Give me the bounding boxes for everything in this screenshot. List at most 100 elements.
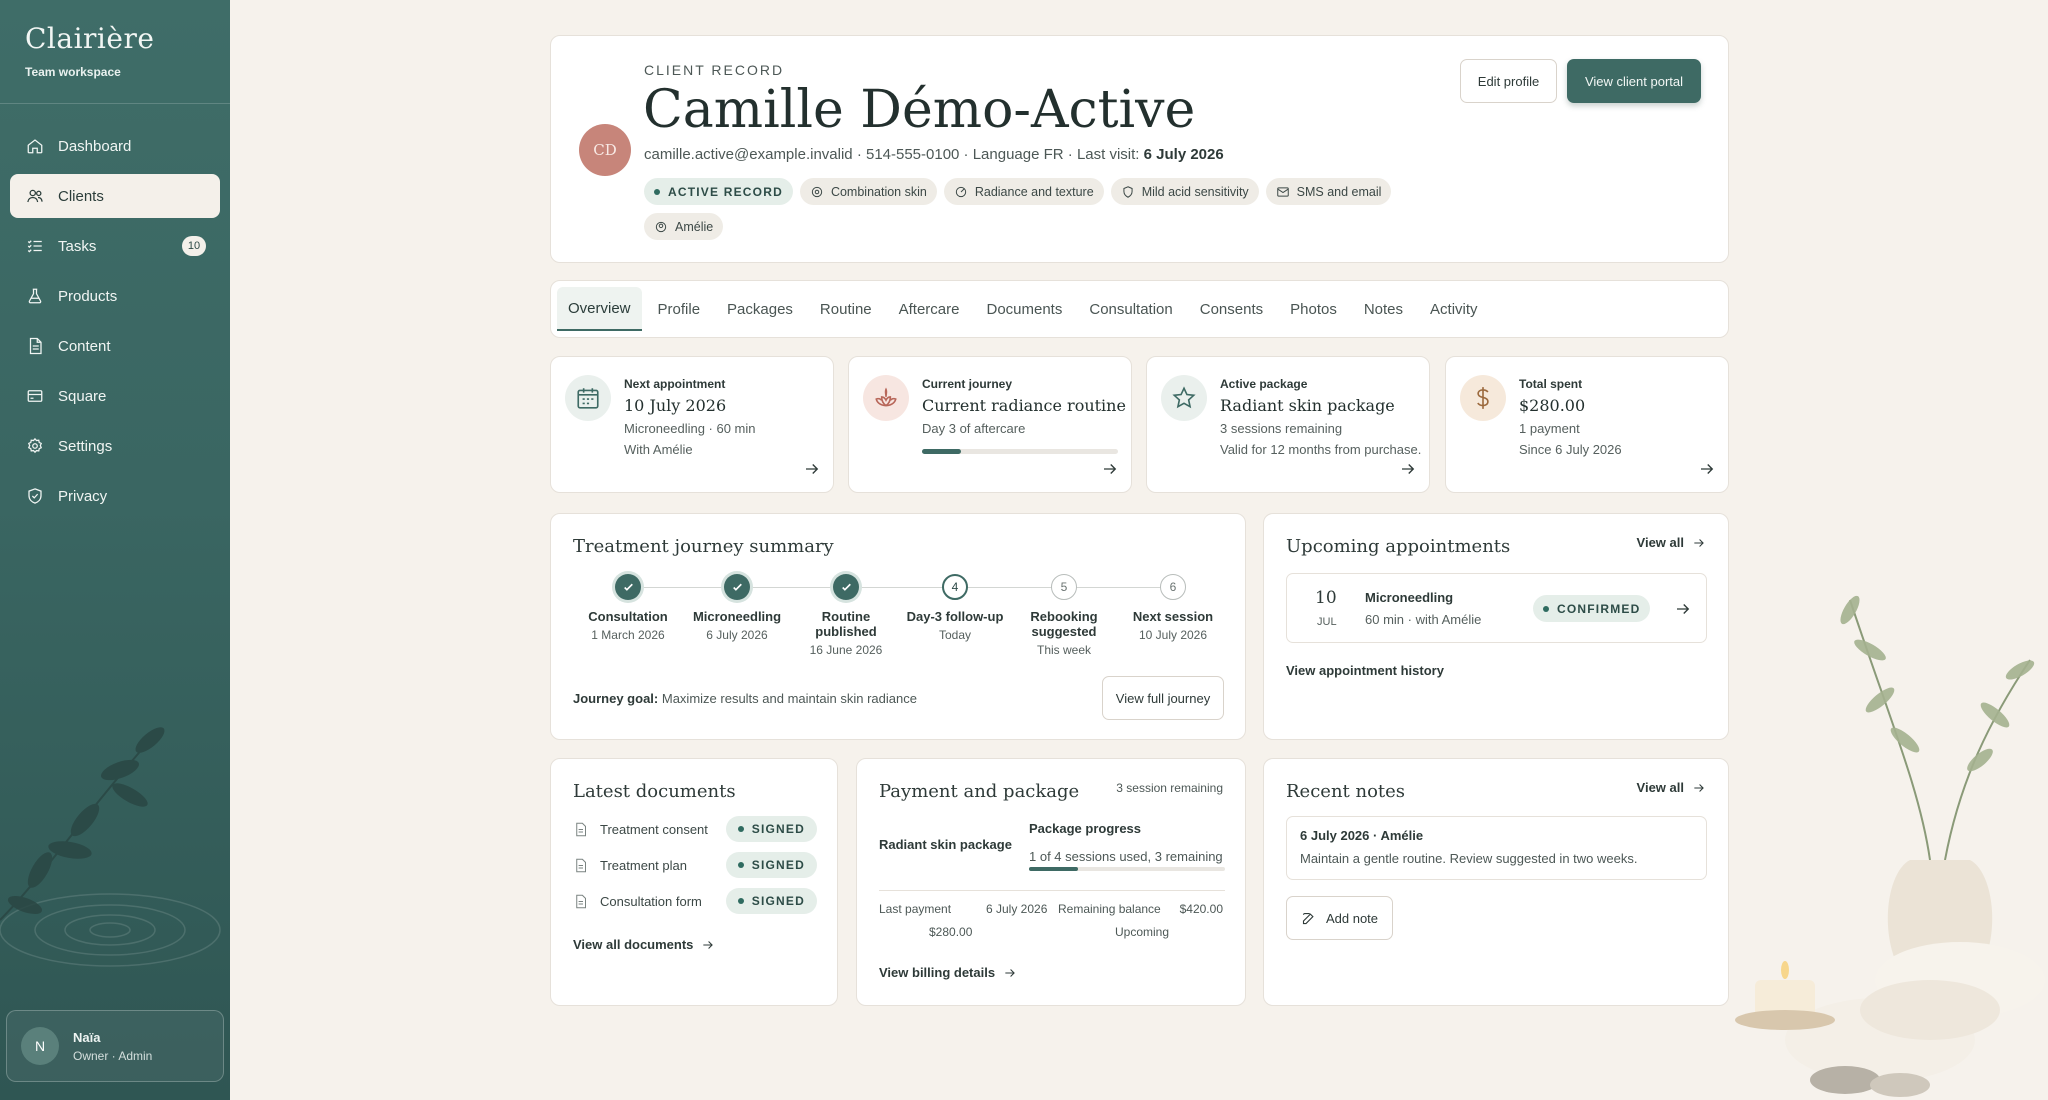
stat-detail: 3 sessions remaining xyxy=(1220,421,1343,436)
confirmed-badge: CONFIRMED xyxy=(1533,595,1651,622)
view-client-portal-button[interactable]: View client portal xyxy=(1567,59,1701,103)
view-billing-details-link[interactable]: View billing details xyxy=(879,965,1017,980)
card-title: Payment and package xyxy=(879,781,1080,802)
tab-profile[interactable]: Profile xyxy=(647,287,712,331)
tab-consultation[interactable]: Consultation xyxy=(1078,287,1183,331)
tab-aftercare[interactable]: Aftercare xyxy=(888,287,971,331)
tab-activity[interactable]: Activity xyxy=(1419,287,1489,331)
package-progress-bar xyxy=(1029,867,1225,871)
step-date: 6 July 2026 xyxy=(706,628,768,642)
step-date: 16 June 2026 xyxy=(809,643,883,657)
stat-label: Next appointment xyxy=(624,377,726,391)
tag-label: Radiance and texture xyxy=(974,184,1094,199)
total-spent-card[interactable]: Total spent $280.00 1 payment Since 6 Ju… xyxy=(1445,356,1729,493)
step-title: Rebooking suggested xyxy=(1030,609,1098,639)
view-full-journey-button[interactable]: View full journey xyxy=(1102,676,1224,720)
appointment-month: JUL xyxy=(1317,616,1337,628)
tab-overview[interactable]: Overview xyxy=(557,287,642,331)
step-title: Next session xyxy=(1132,609,1214,624)
step-date: 10 July 2026 xyxy=(1138,628,1208,642)
document-row[interactable]: Treatment plan SIGNED xyxy=(573,851,817,879)
dollar-icon xyxy=(1460,375,1506,421)
checklist-icon xyxy=(27,240,42,253)
gear-icon xyxy=(27,437,43,454)
appointment-row[interactable]: 10 JUL Microneedling 60 min · with Améli… xyxy=(1286,573,1707,643)
home-icon xyxy=(27,139,43,154)
journey-step: Microneedling 6 July 2026 xyxy=(682,574,792,642)
sidebar: Clairière Team workspace Dashboard Clien… xyxy=(0,0,230,1100)
tag-goal: Radiance and texture xyxy=(943,178,1104,205)
arrow-right-icon[interactable] xyxy=(1399,460,1417,478)
stat-detail: Day 3 of aftercare xyxy=(922,421,1026,436)
client-name: Camille Démo-Active xyxy=(643,80,1196,140)
users-icon xyxy=(27,189,43,203)
tab-photos[interactable]: Photos xyxy=(1279,287,1348,331)
edit-profile-button[interactable]: Edit profile xyxy=(1460,59,1557,103)
appointment-detail: 60 min · with Amélie xyxy=(1365,612,1482,627)
calendar-icon xyxy=(565,375,611,421)
view-all-documents-link[interactable]: View all documents xyxy=(573,937,715,952)
active-package-card[interactable]: Active package Radiant skin package 3 se… xyxy=(1146,356,1430,493)
workspace-label: Team workspace xyxy=(25,65,121,79)
mail-icon xyxy=(1276,186,1289,197)
journey-step: 4 Day-3 follow-up Today xyxy=(900,574,1010,642)
edit-icon xyxy=(1302,912,1314,924)
card-title: Upcoming appointments xyxy=(1286,536,1511,557)
tab-notes[interactable]: Notes xyxy=(1353,287,1414,331)
status-label: SIGNED xyxy=(751,894,805,908)
sidebar-item-square[interactable]: Square xyxy=(10,374,220,418)
sidebar-item-products[interactable]: Products xyxy=(10,274,220,318)
current-user-card[interactable]: N Naïa Owner · Admin xyxy=(6,1010,224,1082)
step-date: 1 March 2026 xyxy=(591,628,665,642)
last-payment-date: 6 July 2026 xyxy=(986,902,1048,916)
document-name: Consultation form xyxy=(600,893,702,909)
current-journey-card[interactable]: Current journey Current radiance routine… xyxy=(848,356,1132,493)
file-icon xyxy=(576,822,586,836)
tab-documents[interactable]: Documents xyxy=(975,287,1073,331)
signed-badge: SIGNED xyxy=(725,888,817,914)
status-badge: ACTIVE RECORD xyxy=(644,178,793,205)
arrow-right-icon[interactable] xyxy=(803,460,821,478)
tab-consents[interactable]: Consents xyxy=(1189,287,1274,331)
journey-step: 6 Next session 10 July 2026 xyxy=(1118,574,1228,642)
card-icon xyxy=(27,390,43,402)
tag-label: SMS and email xyxy=(1296,184,1382,199)
sidebar-item-dashboard[interactable]: Dashboard xyxy=(10,124,220,168)
tab-routine[interactable]: Routine xyxy=(809,287,883,331)
arrow-right-icon[interactable] xyxy=(1101,460,1119,478)
status-label: ACTIVE RECORD xyxy=(668,184,783,199)
arrow-right-icon[interactable] xyxy=(1698,460,1716,478)
signed-badge: SIGNED xyxy=(725,816,817,842)
balance-status: Upcoming xyxy=(1115,925,1170,939)
document-row[interactable]: Treatment consent SIGNED xyxy=(573,815,817,843)
view-appointment-history-link[interactable]: View appointment history xyxy=(1286,663,1444,678)
user-name: Naïa xyxy=(73,1029,101,1045)
sidebar-item-tasks[interactable]: Tasks 10 xyxy=(10,224,220,268)
status-label: SIGNED xyxy=(751,822,805,836)
shield-icon xyxy=(1123,185,1133,198)
package-name: Radiant skin package xyxy=(879,837,1012,852)
view-all-notes-link[interactable]: View all xyxy=(1637,780,1706,795)
tag-label: Amélie xyxy=(675,219,714,234)
tag-skin-type: Combination skin xyxy=(799,178,937,205)
appointment-service: Microneedling xyxy=(1365,590,1454,605)
next-appointment-card[interactable]: Next appointment 10 July 2026 Microneedl… xyxy=(550,356,834,493)
sidebar-item-clients[interactable]: Clients xyxy=(10,174,220,218)
document-row[interactable]: Consultation form SIGNED xyxy=(573,887,817,915)
decorative-spa-illustration xyxy=(1735,595,2045,1097)
record-tabs: Overview Profile Packages Routine Afterc… xyxy=(550,280,1729,338)
note-item[interactable]: 6 July 2026 · Amélie Maintain a gentle r… xyxy=(1286,816,1707,880)
sidebar-item-privacy[interactable]: Privacy xyxy=(10,474,220,518)
link-label: View all xyxy=(1636,780,1684,795)
file-icon xyxy=(576,858,586,872)
document-name: Treatment consent xyxy=(600,821,708,837)
journey-goal-label: Journey goal: xyxy=(573,691,659,706)
view-all-appointments-link[interactable]: View all xyxy=(1637,535,1706,550)
sidebar-item-label: Clients xyxy=(58,187,104,205)
tag-sensitivity: Mild acid sensitivity xyxy=(1110,178,1259,205)
sidebar-item-settings[interactable]: Settings xyxy=(10,424,220,468)
journey-step: Consultation 1 March 2026 xyxy=(573,574,683,642)
add-note-button[interactable]: Add note xyxy=(1286,896,1393,940)
sidebar-item-content[interactable]: Content xyxy=(10,324,220,368)
tab-packages[interactable]: Packages xyxy=(716,287,804,331)
